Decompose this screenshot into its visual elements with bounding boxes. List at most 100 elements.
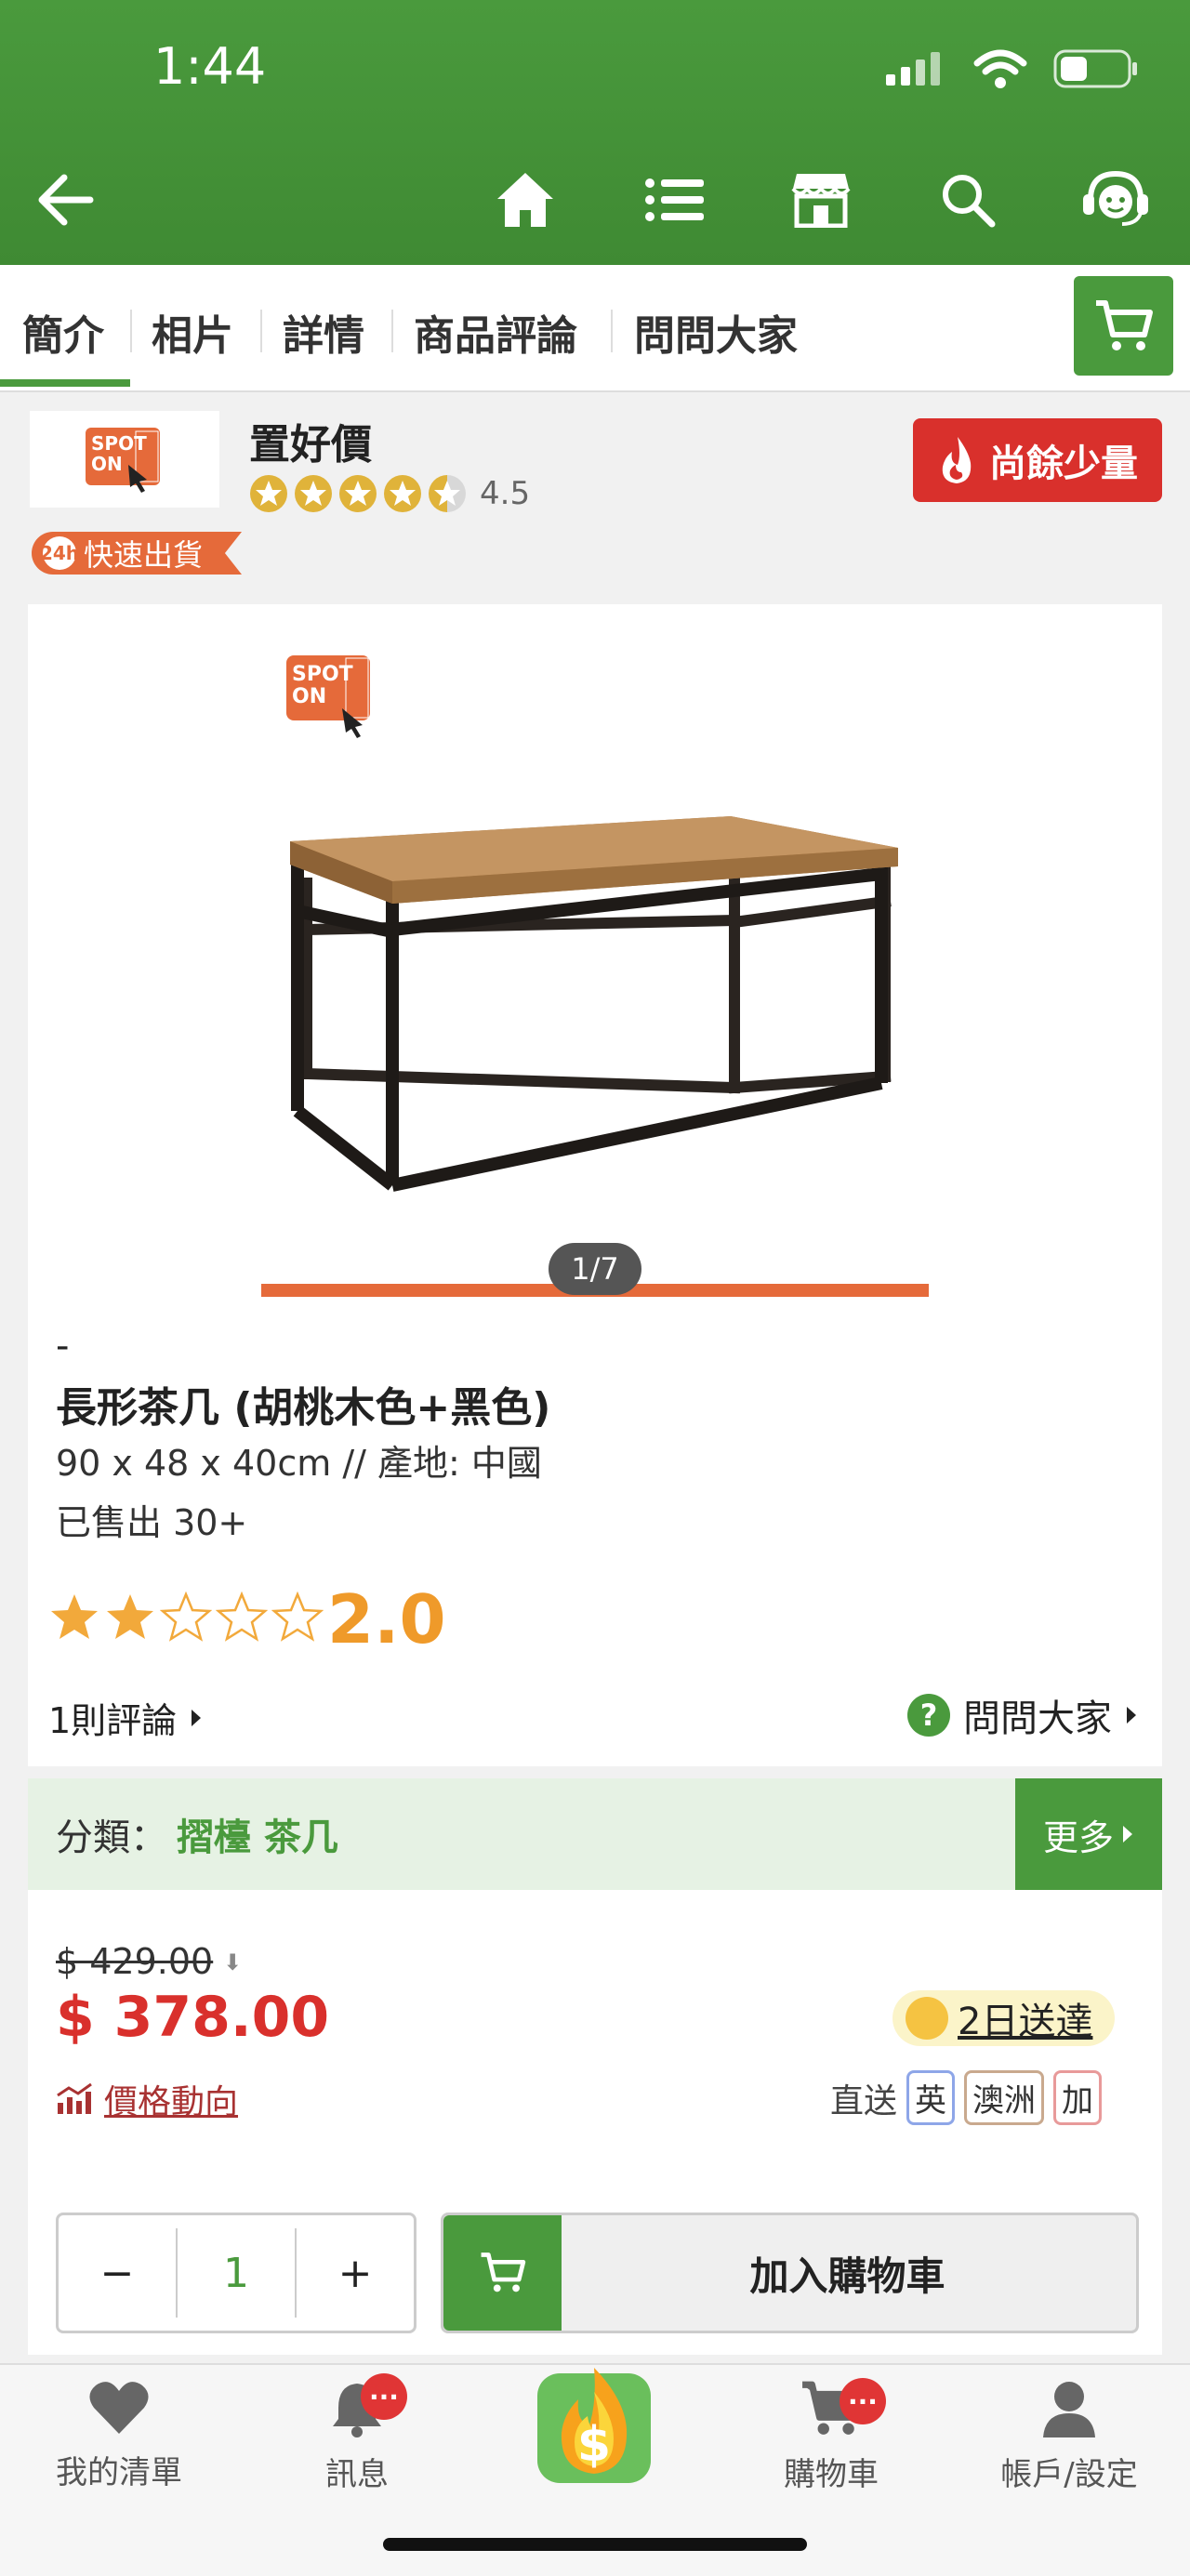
star-half-icon [429,475,466,512]
tab-divider [130,310,132,352]
quantity-value[interactable]: 1 [178,2215,295,2331]
back-arrow-icon [38,174,94,226]
svg-text:ON: ON [91,453,123,475]
tab-divider [391,310,393,352]
fire-icon [942,437,972,483]
nav-account[interactable]: 帳戶/設定 [976,2380,1162,2494]
product-rating-stars [48,1592,324,1644]
nav-center-deals[interactable]: $ [536,2364,653,2485]
menu-button[interactable] [632,149,716,251]
question-icon: ? [907,1694,950,1737]
tab-intro[interactable]: 簡介 [22,302,104,362]
tab-divider [260,310,262,352]
delivery-time-badge[interactable]: 2日送達 [892,1990,1116,2046]
messages-badge: ··· [361,2373,407,2420]
more-categories-button[interactable]: 更多 [1015,1778,1162,1890]
nav-messages[interactable]: 訊息 [264,2380,450,2494]
svg-text:SPOT: SPOT [91,432,147,455]
product-subtitle-dash: - [56,1325,70,1367]
caret-right-icon [192,1709,202,1726]
home-icon [497,173,553,227]
nav-wishlist[interactable]: 我的清單 [26,2380,212,2492]
add-to-cart-label[interactable]: 加入購物車 [562,2215,1133,2331]
cart-icon [481,2252,525,2292]
nav-cart[interactable]: 購物車 [738,2380,924,2494]
ask-link-label: 問問大家 [963,1698,1112,1740]
direct-ship-regions: 直送 英 澳洲 加 [830,2070,1103,2125]
headset-support-icon [1083,170,1148,226]
list-icon [645,178,704,221]
tab-reviews[interactable]: 商品評論 [414,302,577,362]
tab-photos[interactable]: 相片 [152,302,233,362]
seller-rating-stars: 4.5 [249,474,530,513]
search-icon [943,175,996,228]
low-stock-label: 尚餘少量 [989,443,1138,485]
spot-on-logo: SPOT ON [86,428,160,493]
star-full-icon [339,475,377,512]
spot-on-watermark: SPOT ON [286,655,370,738]
region-chip-uk: 英 [906,2070,956,2125]
section-tabs: 簡介 相片 詳情 商品評論 問問大家 [0,265,1190,392]
seller-rating-value: 4.5 [480,475,531,512]
home-indicator [383,2538,807,2551]
battery-icon [1053,49,1137,88]
add-cart-icon-box[interactable] [443,2215,562,2331]
seller-logo[interactable]: SPOT ON [30,411,219,508]
24h-icon: 24h [40,536,79,570]
price-trend-link[interactable]: 價格動向 [56,2075,238,2123]
svg-text:ON: ON [292,685,326,708]
decrease-qty-button[interactable]: − [59,2215,176,2331]
svg-text:SPOT: SPOT [292,663,353,686]
fast-ship-label: 快速出貨 [84,537,204,573]
home-button[interactable] [483,149,567,251]
low-stock-badge: 尚餘少量 [913,418,1162,502]
store-button[interactable] [779,149,863,251]
region-chip-au: 澳洲 [964,2070,1045,2125]
product-rating-score: 2.0 [327,1580,446,1658]
category-value-link[interactable]: 摺檯 茶几 [177,1807,338,1861]
ship-to-label: 直送 [830,2081,898,2120]
category-bar: 分類： 摺檯 茶几 [28,1778,1015,1890]
region-chip-ca: 加 [1053,2070,1103,2125]
increase-qty-button[interactable]: + [297,2215,414,2331]
caret-right-icon [1127,1707,1136,1724]
more-label: 更多 [1042,1816,1114,1858]
original-price: $ 429.00 [56,1941,214,1982]
active-tab-indicator [0,379,130,387]
sale-price: $ 378.00 [56,1985,330,2050]
cart-badge: ··· [840,2378,886,2424]
support-button[interactable] [1074,149,1157,251]
quantity-stepper: − 1 + [56,2213,416,2333]
cart-button[interactable] [1074,276,1173,376]
seller-name[interactable]: 置好價 [249,411,372,470]
star-full-icon [250,475,287,512]
star-empty-icon [271,1592,324,1642]
back-button[interactable] [23,149,107,251]
status-time: 1:44 [153,37,267,96]
nav-bar [0,149,1190,251]
nav-messages-label: 訊息 [325,2456,389,2493]
user-icon [1043,2382,1095,2437]
star-full-icon [384,475,421,512]
reviews-link[interactable]: 1則評論 [48,1692,203,1743]
nav-account-label: 帳戶/設定 [1000,2456,1138,2493]
star-full-icon [295,475,332,512]
svg-text:$: $ [577,2417,611,2473]
tab-details[interactable]: 詳情 [283,302,364,362]
product-image[interactable]: SPOT ON [28,604,1162,1274]
ask-question-link[interactable]: ? 問問大家 [907,1688,1138,1742]
fast-ship-badge: 24h 快速出貨 [32,532,243,575]
heart-icon [89,2382,149,2434]
store-icon [791,174,851,228]
cart-icon [1095,299,1153,350]
price-down-icon: ⬇ [223,1949,243,1975]
nav-wishlist-label: 我的清單 [56,2454,182,2491]
category-label: 分類： [56,1816,167,1859]
dollar-flame-icon: $ [537,2368,651,2483]
clock-icon [906,1997,948,2040]
tab-qa[interactable]: 問問大家 [634,302,798,362]
chart-trend-icon [57,2082,92,2114]
reviews-link-label: 1則評論 [48,1700,178,1741]
search-button[interactable] [926,149,1010,251]
tab-divider [611,310,613,352]
